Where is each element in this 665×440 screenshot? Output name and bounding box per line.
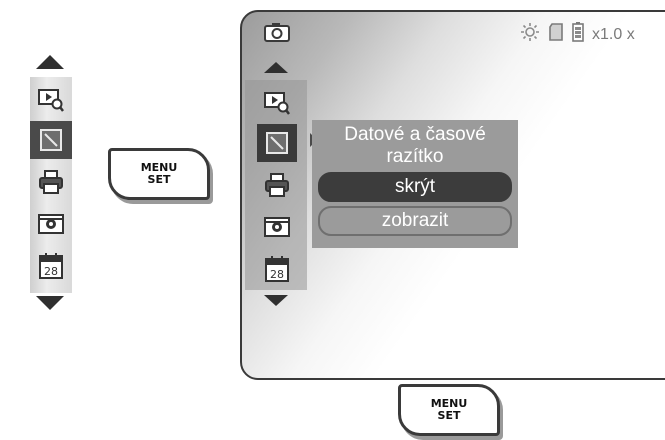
screen-timestamp-icon[interactable] <box>257 124 297 162</box>
zoom-level: x1.0 x <box>592 25 635 43</box>
option-show[interactable]: zobrazit <box>318 206 512 236</box>
camera-screen: x1.0 x 28 Datové a časové razítko skrýt … <box>240 10 665 380</box>
submenu-title-line2: razítko <box>386 146 444 167</box>
brightness-icon <box>520 22 540 47</box>
battery-icon <box>572 22 584 47</box>
screen-scroll-down-arrow-icon[interactable] <box>264 295 288 306</box>
submenu-title: Datové a časové razítko <box>312 124 518 168</box>
menu-set-bottom-label-line2: SET <box>437 409 461 422</box>
screen-calendar-day-text: 28 <box>270 268 284 281</box>
memory-card-icon <box>548 23 564 46</box>
print-icon[interactable] <box>30 163 72 201</box>
calendar-day-text: 28 <box>44 265 58 278</box>
left-menu-strip: 28 <box>30 77 72 293</box>
option-hide[interactable]: skrýt <box>318 172 512 202</box>
calendar-icon[interactable]: 28 <box>30 247 72 285</box>
status-bar: x1.0 x <box>520 22 635 47</box>
timestamp-submenu: Datové a časové razítko skrýt zobrazit <box>312 120 518 248</box>
camera-mode-icon <box>264 22 290 47</box>
scroll-down-arrow-icon[interactable] <box>36 296 64 310</box>
screen-calendar-icon[interactable]: 28 <box>257 250 297 288</box>
left-menu-column: 28 <box>8 55 78 310</box>
playback-zoom-icon[interactable] <box>30 81 72 119</box>
camera-screen-icon[interactable] <box>30 205 72 243</box>
timestamp-icon[interactable] <box>30 121 72 159</box>
submenu-title-line1: Datové a časové <box>344 124 486 145</box>
menu-set-label-line2: SET <box>147 173 171 186</box>
screen-camera-screen-icon[interactable] <box>257 208 297 246</box>
menu-set-button-bottom[interactable]: MENU SET <box>398 384 500 436</box>
screen-playback-zoom-icon[interactable] <box>257 84 297 122</box>
screen-menu-strip: 28 <box>245 80 307 290</box>
screen-scroll-up-arrow-icon[interactable] <box>264 62 288 73</box>
screen-print-icon[interactable] <box>257 166 297 204</box>
menu-set-button[interactable]: MENU SET <box>108 148 210 200</box>
scroll-up-arrow-icon[interactable] <box>36 55 64 69</box>
